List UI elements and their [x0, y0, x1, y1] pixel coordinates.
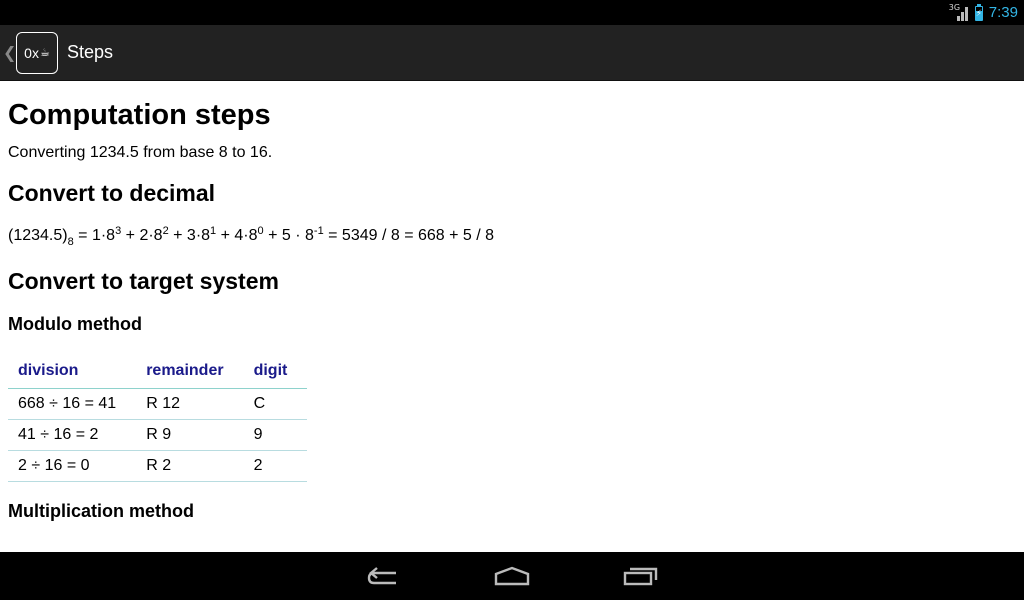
back-button[interactable] [364, 562, 404, 590]
formula-term: + 4·8 [216, 227, 258, 244]
division-cell: 41 ÷ 16 = 2 [8, 419, 137, 451]
intro-text: Converting 1234.5 from base 8 to 16. [8, 144, 273, 161]
recent-apps-icon [623, 567, 658, 586]
table-row: 2 ÷ 16 = 0 R 2 2 [8, 450, 308, 482]
navigation-bar [0, 552, 1024, 600]
coffee-cup-icon: ☕ [39, 47, 50, 59]
multiplication-method-heading: Multiplication method [8, 501, 194, 521]
formula-result: = 5349 / 8 = 668 + 5 / 8 [323, 227, 495, 244]
digit-cell: 9 [243, 419, 308, 451]
home-button[interactable] [492, 562, 532, 590]
remainder-cell: R 2 [136, 450, 244, 482]
remainder-cell: R 12 [136, 388, 244, 420]
formula-term: + 3·8 [168, 227, 211, 244]
network-type: 3G [948, 2, 961, 12]
modulo-table: division remainder digit 668 ÷ 16 = 41 R… [8, 354, 308, 482]
home-icon [494, 566, 530, 586]
table-row: 41 ÷ 16 = 2 R 9 9 [8, 419, 308, 451]
modulo-method-heading: Modulo method [8, 314, 142, 334]
status-bar: 3G ⚡ 7:39 [0, 0, 1024, 25]
division-cell: 2 ÷ 16 = 0 [8, 450, 137, 482]
page-title: Computation steps [8, 99, 271, 131]
back-icon [367, 567, 396, 585]
decimal-formula: (1234.5)8 = 1·83 + 2·82 + 3·81 + 4·80 + … [8, 225, 1024, 248]
column-header: remainder [136, 354, 244, 389]
formula-term: = 1·8 [73, 227, 116, 244]
table-row: 668 ÷ 16 = 41 R 12 C [8, 388, 308, 420]
table-header-row: division remainder digit [8, 354, 308, 389]
remainder-cell: R 9 [136, 419, 244, 451]
steps-content[interactable]: Computation steps Converting 1234.5 from… [0, 81, 1024, 552]
digit-cell: 2 [243, 450, 308, 482]
digit-cell: C [243, 388, 308, 420]
formula-number: (1234.5) [8, 227, 68, 244]
division-cell: 668 ÷ 16 = 41 [8, 388, 137, 420]
convert-decimal-heading: Convert to decimal [8, 180, 216, 206]
column-header: division [8, 354, 137, 389]
battery-icon: ⚡ [974, 4, 983, 21]
column-header: digit [243, 354, 308, 389]
signal-icon: 3G [948, 2, 969, 21]
action-bar-title: Steps [67, 42, 114, 62]
status-clock: 7:39 [988, 4, 1018, 21]
formula-term: + 2·8 [121, 227, 163, 244]
formula-exponent: -1 [313, 225, 324, 237]
status-icons: 3G ⚡ 7:39 [949, 0, 1018, 25]
recent-apps-button[interactable] [620, 562, 660, 590]
action-bar: ❮ 0x ☕ Steps [0, 25, 1024, 81]
up-chevron-icon[interactable]: ❮ [3, 43, 16, 63]
app-icon[interactable]: 0x ☕ [16, 31, 58, 74]
convert-target-heading: Convert to target system [8, 268, 279, 294]
formula-term: + 5 · 8 [263, 227, 314, 244]
app-icon-text: 0x [24, 44, 39, 61]
